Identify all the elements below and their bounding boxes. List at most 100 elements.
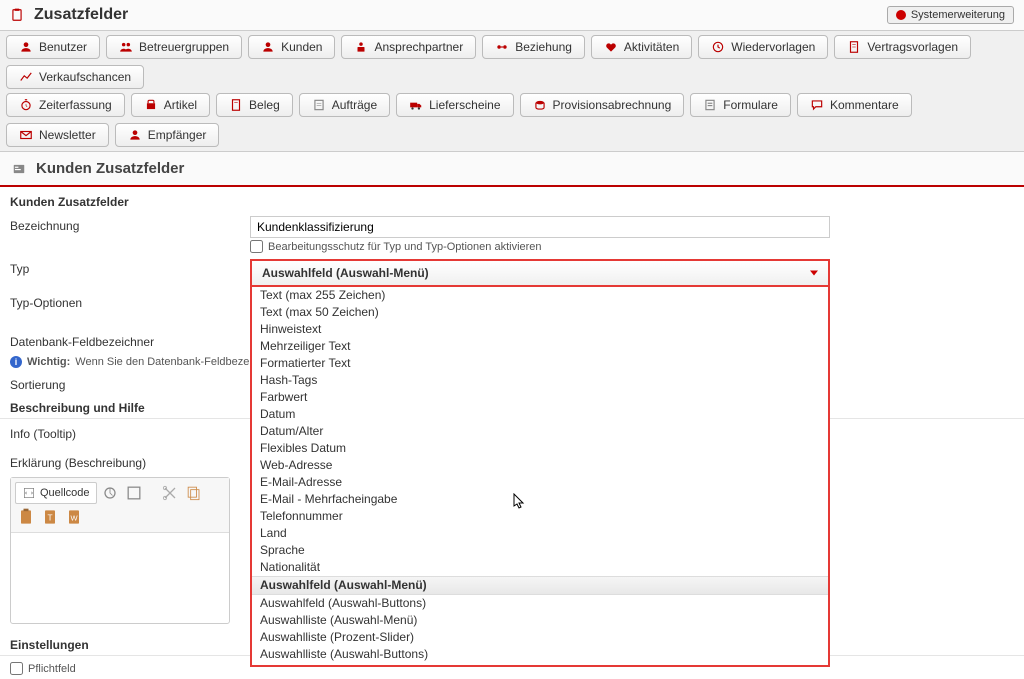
- form-icon: [703, 98, 717, 112]
- user-icon: [19, 40, 33, 54]
- dropdown-option[interactable]: Sprache: [252, 542, 828, 559]
- tab-aufträge[interactable]: Aufträge: [299, 93, 390, 117]
- dropdown-option[interactable]: Mehrfach-Auswahlliste: [252, 663, 828, 667]
- dropdown-option[interactable]: Farbwert: [252, 389, 828, 406]
- tab-newsletter[interactable]: Newsletter: [6, 123, 109, 147]
- dropdown-option[interactable]: Text (max 50 Zeichen): [252, 304, 828, 321]
- money-icon: [533, 98, 547, 112]
- order-icon: [312, 98, 326, 112]
- label-bezeichnung: Bezeichnung: [10, 216, 250, 233]
- tab-wiedervorlagen[interactable]: Wiedervorlagen: [698, 35, 828, 59]
- section-title: Kunden Zusatzfelder: [0, 187, 1024, 213]
- group-icon: [119, 40, 133, 54]
- receipt-icon: [229, 98, 243, 112]
- tab-verkaufschancen[interactable]: Verkaufschancen: [6, 65, 144, 89]
- bearbeitungsschutz-checkbox[interactable]: [250, 240, 263, 253]
- tab-ansprechpartner[interactable]: Ansprechpartner: [341, 35, 476, 59]
- paste-text-icon[interactable]: T: [39, 506, 61, 528]
- dropdown-option[interactable]: Hash-Tags: [252, 372, 828, 389]
- contact-icon: [354, 40, 368, 54]
- info-icon: i: [10, 356, 22, 368]
- customer-icon: [261, 40, 275, 54]
- article-icon: [144, 98, 158, 112]
- tab-beziehung[interactable]: Beziehung: [482, 35, 585, 59]
- tab-artikel[interactable]: Artikel: [131, 93, 210, 117]
- dropdown-option[interactable]: Datum: [252, 406, 828, 423]
- time-icon: [19, 98, 33, 112]
- copy-icon[interactable]: [183, 482, 205, 504]
- cut-icon[interactable]: [159, 482, 181, 504]
- dropdown-option[interactable]: Web-Adresse: [252, 457, 828, 474]
- newsletter-icon: [19, 128, 33, 142]
- editor-tool-1[interactable]: [99, 482, 121, 504]
- checkbox-label: Bearbeitungsschutz für Typ und Typ-Optio…: [268, 241, 542, 253]
- label-info-tooltip: Info (Tooltip): [10, 424, 250, 441]
- system-badge: Systemerweiterung: [887, 6, 1014, 24]
- tab-empfänger[interactable]: Empfänger: [115, 123, 220, 147]
- editor-tool-2[interactable]: [123, 482, 145, 504]
- label-pflichtfeld: Pflichtfeld: [28, 663, 76, 675]
- label-typ: Typ: [10, 259, 250, 276]
- tab-betreuergruppen[interactable]: Betreuergruppen: [106, 35, 242, 59]
- label-sortierung: Sortierung: [10, 375, 250, 392]
- rich-text-editor: Quellcode T W: [10, 477, 230, 624]
- comment-icon: [810, 98, 824, 112]
- page-title: Zusatzfelder: [34, 6, 128, 24]
- form-icon: [12, 162, 26, 176]
- dropdown-option[interactable]: Text (max 255 Zeichen): [252, 287, 828, 304]
- paste-word-icon[interactable]: W: [63, 506, 85, 528]
- editor-textarea[interactable]: [11, 533, 229, 623]
- tab-aktivitäten[interactable]: Aktivitäten: [591, 35, 692, 59]
- doc-icon: [847, 40, 861, 54]
- source-icon: [22, 486, 36, 500]
- tab-provisionsabrechnung[interactable]: Provisionsabrechnung: [520, 93, 685, 117]
- tab-beleg[interactable]: Beleg: [216, 93, 293, 117]
- tab-vertragsvorlagen[interactable]: Vertragsvorlagen: [834, 35, 971, 59]
- app-header: Zusatzfelder Systemerweiterung: [0, 0, 1024, 31]
- recipient-icon: [128, 128, 142, 142]
- dropdown-option[interactable]: E-Mail-Adresse: [252, 474, 828, 491]
- tab-kunden[interactable]: Kunden: [248, 35, 335, 59]
- quellcode-button[interactable]: Quellcode: [15, 482, 97, 504]
- dropdown-option[interactable]: Mehrzeiliger Text: [252, 338, 828, 355]
- label-typ-optionen: Typ-Optionen: [10, 293, 250, 310]
- subheader-title: Kunden Zusatzfelder: [36, 160, 184, 177]
- pflichtfeld-checkbox[interactable]: [10, 662, 23, 675]
- chart-icon: [19, 70, 33, 84]
- typ-dropdown[interactable]: Auswahlfeld (Auswahl-Menü): [250, 259, 830, 287]
- dropdown-option[interactable]: Auswahlliste (Auswahl-Buttons): [252, 646, 828, 663]
- dropdown-option[interactable]: Auswahlfeld (Auswahl-Menü): [252, 576, 828, 595]
- dropdown-option[interactable]: Hinweistext: [252, 321, 828, 338]
- tab-zeiterfassung[interactable]: Zeiterfassung: [6, 93, 125, 117]
- dropdown-option[interactable]: Land: [252, 525, 828, 542]
- status-dot-icon: [896, 10, 906, 20]
- sub-header: Kunden Zusatzfelder: [0, 152, 1024, 187]
- dropdown-option[interactable]: Telefonnummer: [252, 508, 828, 525]
- tab-benutzer[interactable]: Benutzer: [6, 35, 100, 59]
- clipboard-icon: [10, 8, 24, 22]
- bezeichnung-input[interactable]: [250, 216, 830, 238]
- typ-dropdown-list: Text (max 255 Zeichen)Text (max 50 Zeich…: [250, 287, 830, 667]
- dropdown-option[interactable]: Flexibles Datum: [252, 440, 828, 457]
- dropdown-option[interactable]: E-Mail - Mehrfacheingabe: [252, 491, 828, 508]
- dropdown-option[interactable]: Nationalität: [252, 559, 828, 576]
- svg-text:T: T: [47, 512, 52, 522]
- dropdown-option[interactable]: Formatierter Text: [252, 355, 828, 372]
- paste-icon[interactable]: [15, 506, 37, 528]
- relation-icon: [495, 40, 509, 54]
- truck-icon: [409, 98, 423, 112]
- tab-container: BenutzerBetreuergruppenKundenAnsprechpar…: [0, 31, 1024, 152]
- chevron-down-icon: [810, 271, 818, 276]
- label-db-feld: Datenbank-Feldbezeichner: [10, 332, 250, 349]
- heart-icon: [604, 40, 618, 54]
- clock-icon: [711, 40, 725, 54]
- dropdown-option[interactable]: Auswahlliste (Prozent-Slider): [252, 629, 828, 646]
- label-erklaerung: Erklärung (Beschreibung): [10, 453, 146, 470]
- dropdown-option[interactable]: Auswahlfeld (Auswahl-Buttons): [252, 595, 828, 612]
- tab-kommentare[interactable]: Kommentare: [797, 93, 912, 117]
- dropdown-option[interactable]: Datum/Alter: [252, 423, 828, 440]
- svg-text:W: W: [70, 513, 78, 522]
- dropdown-option[interactable]: Auswahlliste (Auswahl-Menü): [252, 612, 828, 629]
- tab-formulare[interactable]: Formulare: [690, 93, 791, 117]
- tab-lieferscheine[interactable]: Lieferscheine: [396, 93, 513, 117]
